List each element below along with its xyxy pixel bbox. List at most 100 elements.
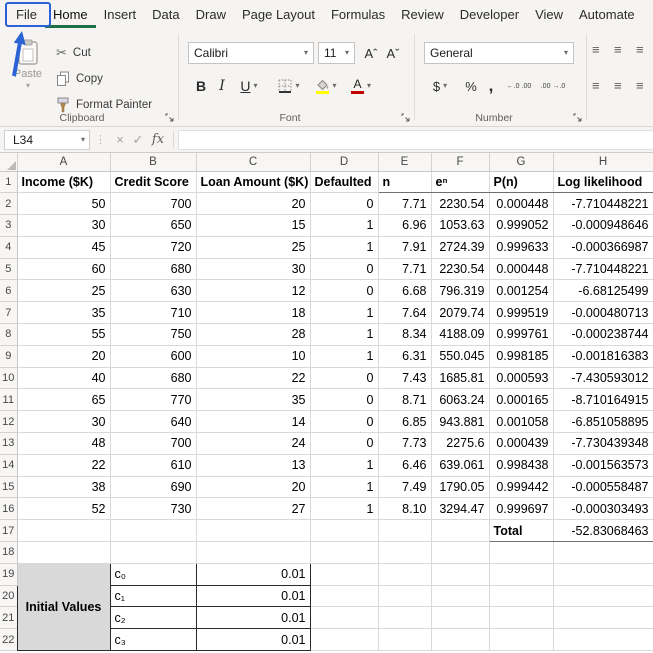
cell-H18[interactable] — [553, 542, 653, 564]
row-header-7[interactable]: 7 — [0, 302, 17, 324]
cell-G14[interactable]: 0.998438 — [489, 454, 553, 476]
cell-B20[interactable]: c₁ — [110, 585, 196, 607]
cell-E11[interactable]: 8.71 — [378, 389, 431, 411]
row-header-17[interactable]: 17 — [0, 520, 17, 542]
cell-D22[interactable] — [310, 629, 378, 651]
cell-G6[interactable]: 0.001254 — [489, 280, 553, 302]
cell-B10[interactable]: 680 — [110, 367, 196, 389]
align-left-icon[interactable]: ≡ — [592, 78, 600, 93]
cell-E3[interactable]: 6.96 — [378, 215, 431, 237]
cell-C8[interactable]: 28 — [196, 324, 310, 346]
align-right-icon[interactable]: ≡ — [636, 78, 644, 93]
cell-B18[interactable] — [110, 542, 196, 564]
tab-view[interactable]: View — [527, 0, 571, 28]
cell-A17[interactable] — [17, 520, 110, 542]
cell-D19[interactable] — [310, 563, 378, 585]
cell-H3[interactable]: -0.000948646 — [553, 215, 653, 237]
cell-E1[interactable]: n — [378, 171, 431, 193]
column-header-C[interactable]: C — [196, 153, 310, 171]
cell-B11[interactable]: 770 — [110, 389, 196, 411]
cell-A4[interactable]: 45 — [17, 236, 110, 258]
cell-B5[interactable]: 680 — [110, 258, 196, 280]
cell-H1[interactable]: Log likelihood — [553, 171, 653, 193]
row-header-12[interactable]: 12 — [0, 411, 17, 433]
cell-E5[interactable]: 7.71 — [378, 258, 431, 280]
cell-A9[interactable]: 20 — [17, 345, 110, 367]
cell-H19[interactable] — [553, 563, 653, 585]
cell-A10[interactable]: 40 — [17, 367, 110, 389]
tab-review[interactable]: Review — [393, 0, 452, 28]
cell-A2[interactable]: 50 — [17, 193, 110, 215]
cell-H20[interactable] — [553, 585, 653, 607]
cell-H2[interactable]: -7.710448221 — [553, 193, 653, 215]
cell-G20[interactable] — [489, 585, 553, 607]
cell-A16[interactable]: 52 — [17, 498, 110, 520]
cell-C14[interactable]: 13 — [196, 454, 310, 476]
cell-H9[interactable]: -0.001816383 — [553, 345, 653, 367]
cell-C5[interactable]: 30 — [196, 258, 310, 280]
cell-H13[interactable]: -7.730439348 — [553, 433, 653, 455]
decrease-decimal-button[interactable]: .00 →.0 — [538, 74, 568, 98]
cell-E15[interactable]: 7.49 — [378, 476, 431, 498]
cell-H11[interactable]: -8.710164915 — [553, 389, 653, 411]
cell-F10[interactable]: 1685.81 — [431, 367, 489, 389]
cell-C6[interactable]: 12 — [196, 280, 310, 302]
tab-insert[interactable]: Insert — [96, 0, 145, 28]
tab-automate[interactable]: Automate — [571, 0, 643, 28]
cell-E18[interactable] — [378, 542, 431, 564]
cell-F8[interactable]: 4188.09 — [431, 324, 489, 346]
cell-B8[interactable]: 750 — [110, 324, 196, 346]
cell-G18[interactable] — [489, 542, 553, 564]
cell-G11[interactable]: 0.000165 — [489, 389, 553, 411]
cell-B12[interactable]: 640 — [110, 411, 196, 433]
cell-D16[interactable]: 1 — [310, 498, 378, 520]
cell-G12[interactable]: 0.001058 — [489, 411, 553, 433]
row-header-1[interactable]: 1 — [0, 171, 17, 193]
cell-B22[interactable]: c₃ — [110, 629, 196, 651]
cancel-button[interactable]: × — [111, 132, 129, 147]
cell-B2[interactable]: 700 — [110, 193, 196, 215]
cell-A19[interactable]: Initial Values — [17, 563, 110, 650]
increase-decimal-button[interactable]: ←.0 .00 — [504, 74, 534, 98]
name-box[interactable]: L34 ▾ — [4, 130, 90, 150]
cell-C7[interactable]: 18 — [196, 302, 310, 324]
cell-G15[interactable]: 0.999442 — [489, 476, 553, 498]
tab-file[interactable]: File — [8, 0, 45, 28]
cell-C13[interactable]: 24 — [196, 433, 310, 455]
cell-B4[interactable]: 720 — [110, 236, 196, 258]
cell-C16[interactable]: 27 — [196, 498, 310, 520]
cell-F20[interactable] — [431, 585, 489, 607]
cell-G13[interactable]: 0.000439 — [489, 433, 553, 455]
cell-B21[interactable]: c₂ — [110, 607, 196, 629]
align-top-icon[interactable]: ≡ — [592, 42, 600, 57]
cell-F22[interactable] — [431, 629, 489, 651]
bold-button[interactable]: B — [192, 74, 210, 98]
row-header-16[interactable]: 16 — [0, 498, 17, 520]
cell-F7[interactable]: 2079.74 — [431, 302, 489, 324]
row-header-10[interactable]: 10 — [0, 367, 17, 389]
cut-button[interactable]: ✂ Cut — [56, 42, 91, 64]
row-header-18[interactable]: 18 — [0, 542, 17, 564]
cell-H17[interactable]: -52.83068463 — [553, 520, 653, 542]
cell-G17[interactable]: Total — [489, 520, 553, 542]
cell-F16[interactable]: 3294.47 — [431, 498, 489, 520]
cell-D14[interactable]: 1 — [310, 454, 378, 476]
cell-C4[interactable]: 25 — [196, 236, 310, 258]
cell-E4[interactable]: 7.91 — [378, 236, 431, 258]
formula-bar-handle-icon[interactable]: ⋮ — [90, 133, 111, 146]
select-all-corner[interactable] — [0, 153, 17, 171]
cell-H5[interactable]: -7.710448221 — [553, 258, 653, 280]
comma-style-button[interactable]: , — [484, 74, 498, 98]
tab-draw[interactable]: Draw — [188, 0, 234, 28]
cell-F4[interactable]: 2724.39 — [431, 236, 489, 258]
cell-A1[interactable]: Income ($K) — [17, 171, 110, 193]
cell-C11[interactable]: 35 — [196, 389, 310, 411]
cell-C12[interactable]: 14 — [196, 411, 310, 433]
insert-function-button[interactable]: fx — [147, 132, 169, 147]
cell-D3[interactable]: 1 — [310, 215, 378, 237]
cell-C9[interactable]: 10 — [196, 345, 310, 367]
grow-font-button[interactable]: Aˆ — [360, 42, 382, 64]
tab-page-layout[interactable]: Page Layout — [234, 0, 323, 28]
cell-D15[interactable]: 1 — [310, 476, 378, 498]
cell-A14[interactable]: 22 — [17, 454, 110, 476]
